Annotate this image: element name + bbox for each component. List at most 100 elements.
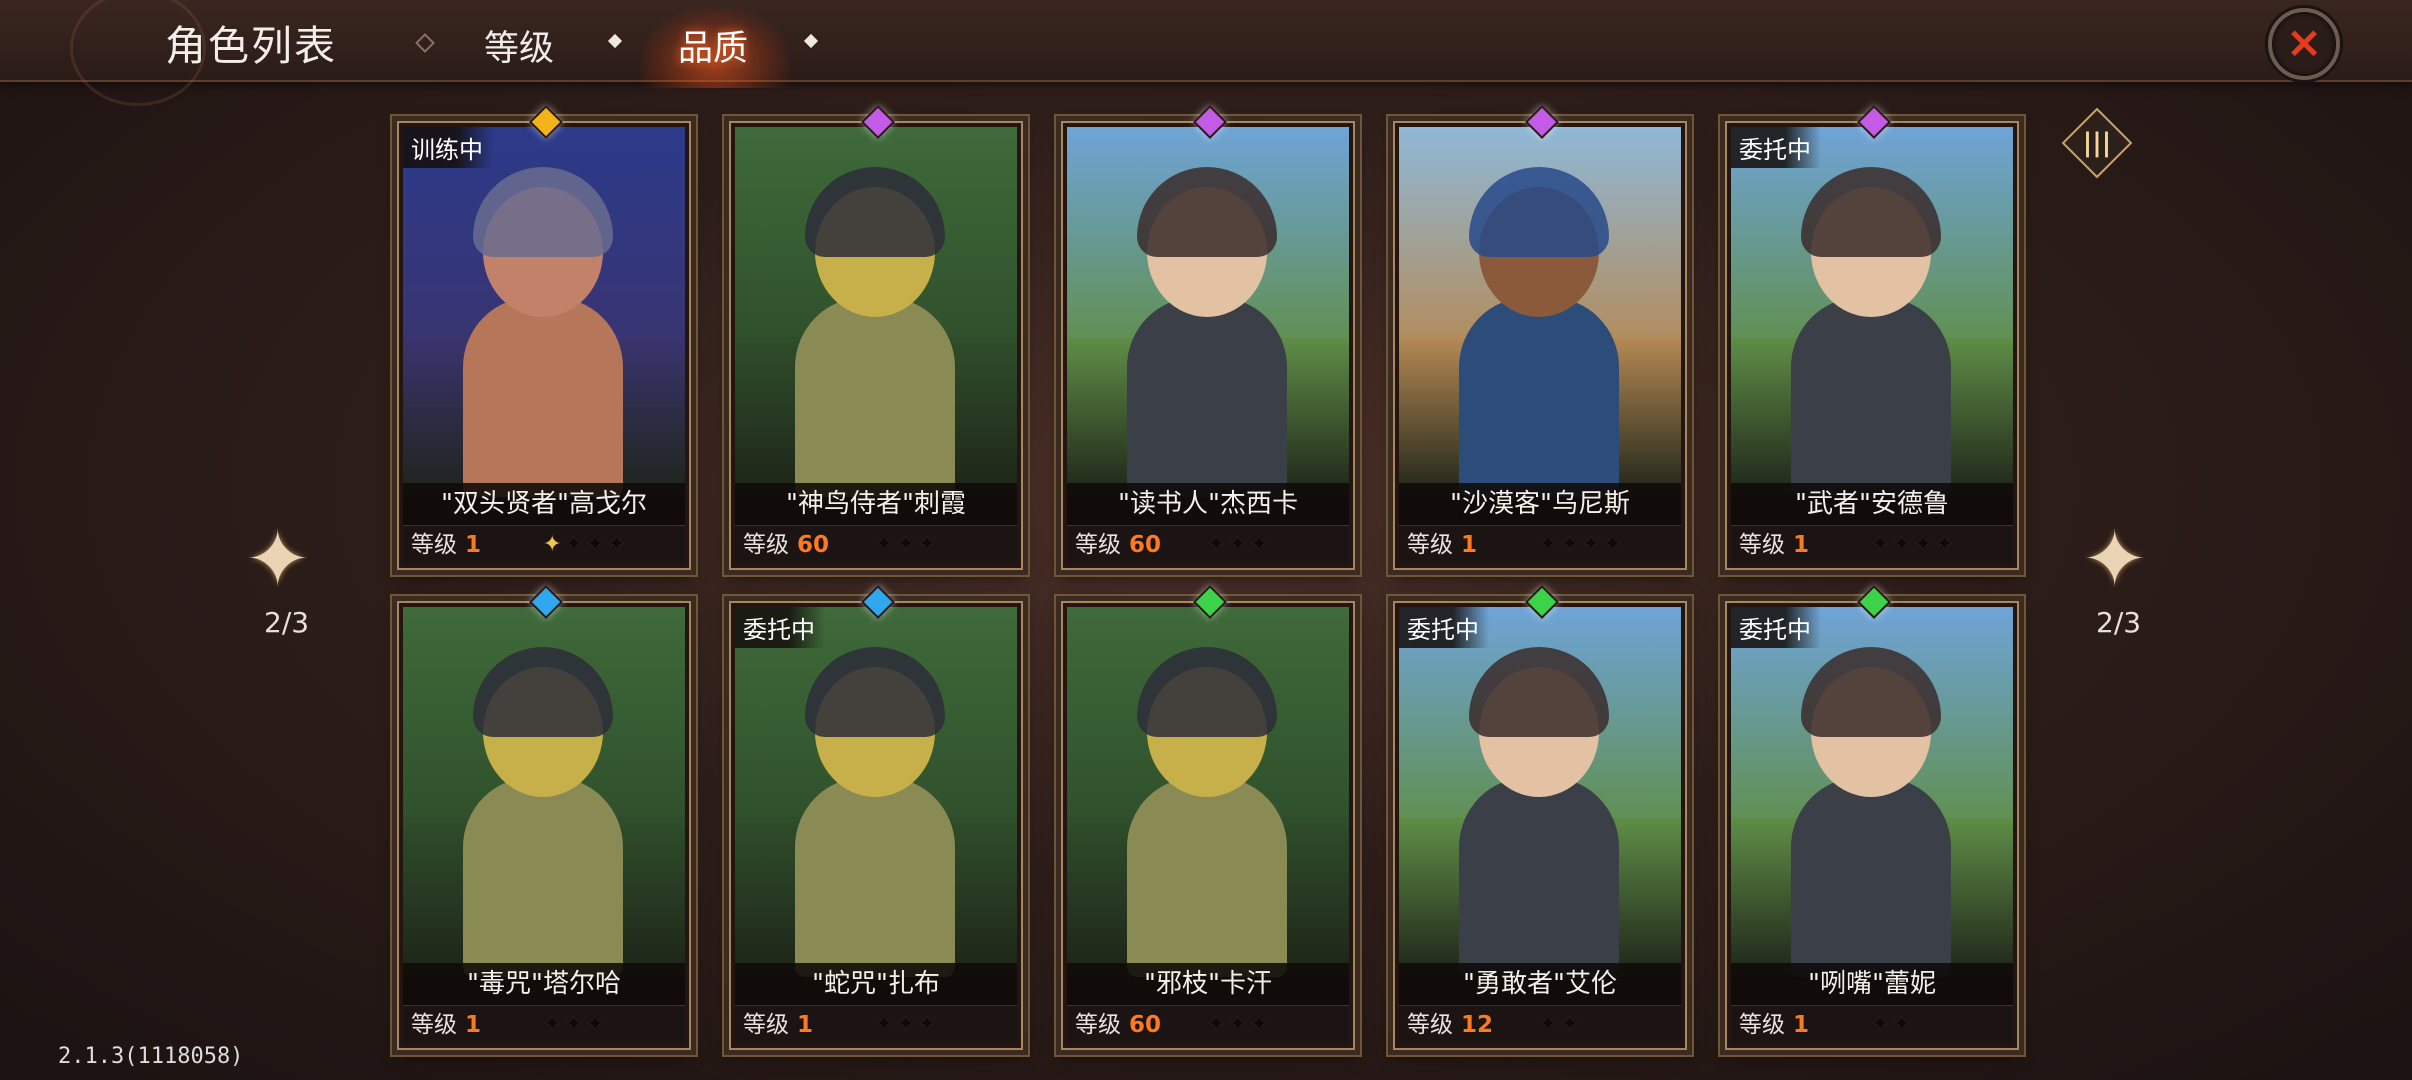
tab-level[interactable]: 等级 bbox=[484, 20, 554, 71]
level-bar: 等级 1 ✦✦✦ bbox=[403, 1005, 685, 1044]
star-icon: ✦ bbox=[1539, 532, 1561, 557]
level-value: 1 bbox=[1461, 532, 1478, 558]
character-card[interactable]: "毒咒"塔尔哈 等级 1 ✦✦✦ bbox=[397, 585, 691, 1050]
star-icon: ✦ bbox=[1228, 1012, 1250, 1037]
character-portrait bbox=[1067, 127, 1349, 497]
star-icon: ✦ bbox=[1935, 532, 1957, 557]
tab-separator bbox=[415, 33, 435, 53]
character-portrait bbox=[1731, 607, 2013, 977]
level-value: 1 bbox=[465, 532, 482, 558]
star-rating: ✦✦✦✦ bbox=[1871, 526, 1957, 564]
status-badge: 委托中 bbox=[1731, 607, 1821, 648]
tab-quality[interactable]: 品质 bbox=[678, 20, 748, 71]
close-x-icon: × bbox=[2285, 17, 2323, 68]
star-icon: ✦ bbox=[1249, 532, 1272, 557]
level-bar: 等级 1 ✦✦✦✦ bbox=[1731, 525, 2013, 564]
star-icon: ✦ bbox=[1892, 532, 1914, 557]
star-icon: ✦ bbox=[543, 1012, 565, 1037]
star-rating: ✦✦✦ bbox=[875, 526, 939, 564]
character-card[interactable]: 委托中 "勇敢者"艾伦 等级 12 ✦✦ bbox=[1393, 585, 1687, 1050]
character-card[interactable]: "邪枝"卡汗 等级 60 ✦✦✦ bbox=[1061, 585, 1355, 1050]
level-value: 60 bbox=[1129, 532, 1162, 558]
level-label: 等级 bbox=[411, 1012, 457, 1038]
level-label: 等级 bbox=[743, 532, 789, 558]
star-icon: ✦ bbox=[1560, 1012, 1582, 1037]
character-portrait bbox=[403, 607, 685, 977]
star-icon: ✦ bbox=[1913, 532, 1936, 557]
star-icon: ✦ bbox=[607, 532, 629, 557]
prev-page-arrow-icon[interactable]: ✦ bbox=[245, 515, 310, 605]
status-badge: 委托中 bbox=[1399, 607, 1489, 648]
status-badge: 委托中 bbox=[735, 607, 825, 648]
level-value: 1 bbox=[465, 1012, 482, 1038]
star-icon: ✦ bbox=[917, 532, 940, 557]
character-name: "咧嘴"蕾妮 bbox=[1731, 963, 2013, 1005]
level-bar: 等级 1 ✦✦✦ bbox=[735, 1005, 1017, 1044]
level-bar: 等级 12 ✦✦ bbox=[1399, 1005, 1681, 1044]
character-name: "邪枝"卡汗 bbox=[1067, 963, 1349, 1005]
level-bar: 等级 60 ✦✦✦ bbox=[1067, 525, 1349, 564]
level-value: 60 bbox=[1129, 1012, 1162, 1038]
tab-separator bbox=[607, 33, 623, 49]
character-card[interactable]: 委托中 "咧嘴"蕾妮等级 1 ✦✦ bbox=[1725, 585, 2019, 1050]
character-name: "沙漠客"乌尼斯 bbox=[1399, 483, 1681, 525]
status-badge: 委托中 bbox=[1731, 127, 1821, 168]
close-button[interactable]: × bbox=[2268, 8, 2340, 80]
star-rating: ✦✦✦ bbox=[875, 1006, 939, 1044]
character-portrait bbox=[1399, 607, 1681, 977]
level-bar: 等级 60 ✦✦✦ bbox=[1067, 1005, 1349, 1044]
star-icon: ✦ bbox=[875, 1012, 897, 1037]
star-icon: ✦ bbox=[896, 532, 918, 557]
star-icon: ✦ bbox=[564, 532, 586, 557]
star-icon: ✦ bbox=[585, 532, 608, 557]
level-label: 等级 bbox=[1407, 1012, 1453, 1038]
character-name: "读书人"杰西卡 bbox=[1067, 483, 1349, 525]
star-rating: ✦✦✦✦ bbox=[1539, 526, 1625, 564]
level-value: 1 bbox=[1793, 1012, 1810, 1038]
character-card[interactable]: 训练中 "双头贤者"高戈尔 等级 1 ✦✦✦✦ bbox=[397, 105, 691, 570]
star-rating: ✦✦ bbox=[1871, 1006, 1914, 1044]
star-rating: ✦✦✦✦ bbox=[543, 526, 629, 564]
character-name: "神鸟侍者"刺霞 bbox=[735, 483, 1017, 525]
level-label: 等级 bbox=[1075, 1012, 1121, 1038]
next-page-arrow-icon[interactable]: ✦ bbox=[2082, 515, 2147, 605]
level-value: 12 bbox=[1461, 1012, 1494, 1038]
level-label: 等级 bbox=[1739, 1012, 1785, 1038]
star-icon: ✦ bbox=[1871, 1012, 1893, 1037]
level-value: 1 bbox=[1793, 532, 1810, 558]
star-icon: ✦ bbox=[917, 1012, 940, 1037]
star-icon: ✦ bbox=[1249, 1012, 1272, 1037]
star-icon: ✦ bbox=[1892, 1012, 1914, 1037]
star-icon: ✦ bbox=[564, 1012, 586, 1037]
character-name: "双头贤者"高戈尔 bbox=[403, 483, 685, 525]
page-indicator-right: 2/3 bbox=[2096, 606, 2142, 639]
status-badge: 训练中 bbox=[403, 127, 493, 168]
level-bar: 等级 1 ✦✦ bbox=[1731, 1005, 2013, 1044]
character-card[interactable]: "读书人"杰西卡 等级 60 ✦✦✦ bbox=[1061, 105, 1355, 570]
level-label: 等级 bbox=[1407, 532, 1453, 558]
column-toggle-button[interactable]: ||| bbox=[2061, 107, 2133, 179]
character-portrait bbox=[1399, 127, 1681, 497]
star-icon: ✦ bbox=[1581, 532, 1604, 557]
version-label: 2.1.3(1118058) bbox=[58, 1044, 244, 1069]
character-card[interactable]: "沙漠客"乌尼斯等级 1 ✦✦✦✦ bbox=[1393, 105, 1687, 570]
level-label: 等级 bbox=[1739, 532, 1785, 558]
character-card[interactable]: "神鸟侍者"刺霞 等级 60 ✦✦✦ bbox=[729, 105, 1023, 570]
character-name: "毒咒"塔尔哈 bbox=[403, 963, 685, 1005]
level-label: 等级 bbox=[411, 532, 457, 558]
tab-separator bbox=[803, 33, 819, 49]
star-icon: ✦ bbox=[1871, 532, 1893, 557]
star-rating: ✦✦ bbox=[1539, 1006, 1582, 1044]
character-portrait bbox=[1067, 607, 1349, 977]
character-card[interactable]: 委托中 "武者"安德鲁 等级 1 ✦✦✦✦ bbox=[1725, 105, 2019, 570]
star-icon: ✦ bbox=[1207, 532, 1229, 557]
star-icon: ✦ bbox=[1560, 532, 1582, 557]
level-label: 等级 bbox=[1075, 532, 1121, 558]
character-name: "武者"安德鲁 bbox=[1731, 483, 2013, 525]
star-icon: ✦ bbox=[1207, 1012, 1229, 1037]
character-portrait bbox=[735, 607, 1017, 977]
star-rating: ✦✦✦ bbox=[1207, 526, 1271, 564]
star-icon: ✦ bbox=[543, 532, 565, 557]
star-icon: ✦ bbox=[1539, 1012, 1561, 1037]
character-card[interactable]: 委托中 "蛇咒"扎布 等级 1 ✦✦✦ bbox=[729, 585, 1023, 1050]
